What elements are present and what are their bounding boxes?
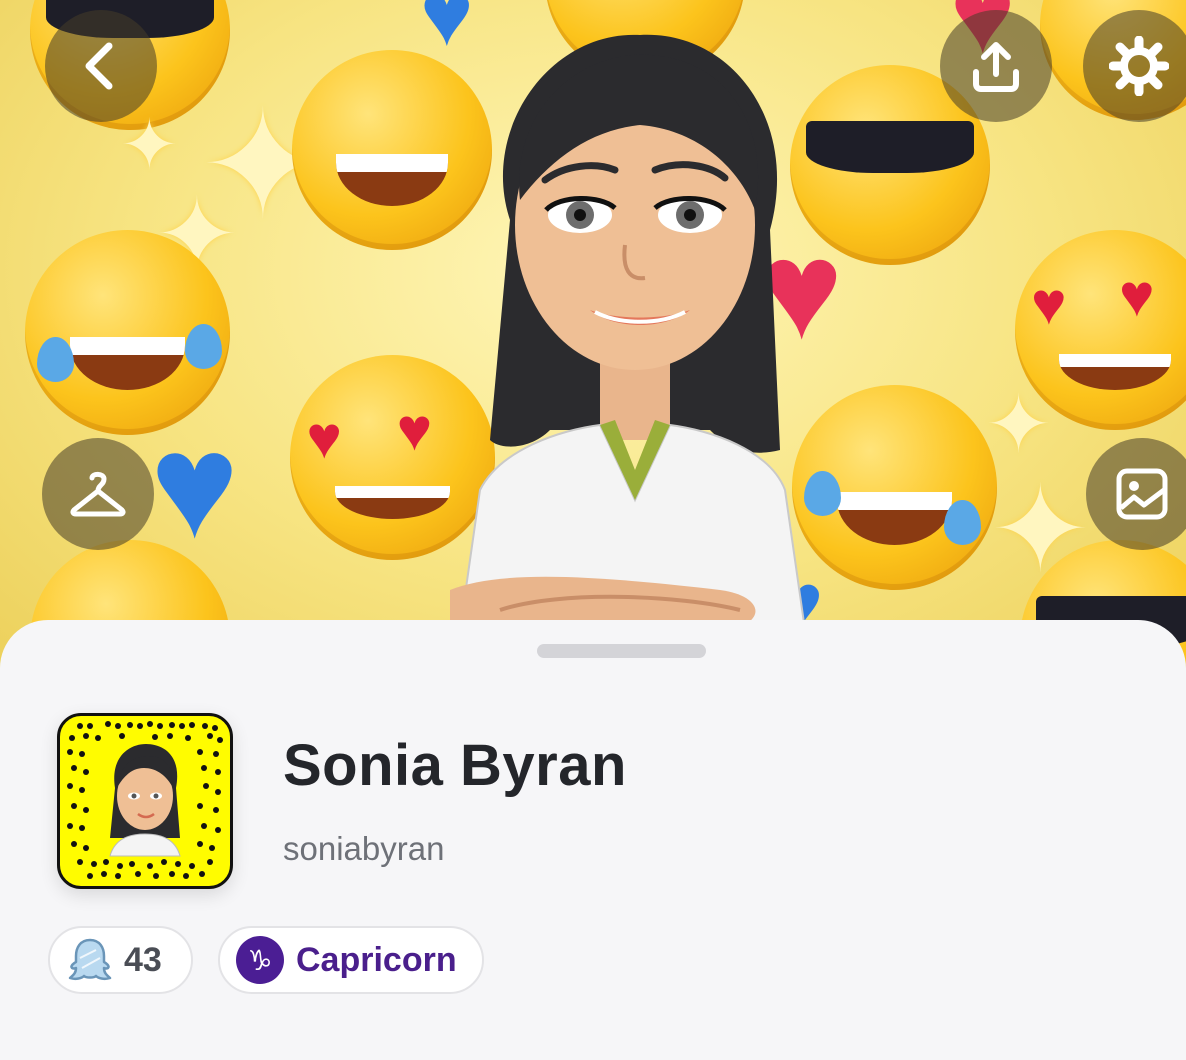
- snapscore-value: 43: [124, 940, 162, 979]
- bitmoji-avatar[interactable]: [440, 30, 820, 630]
- image-icon: [1116, 468, 1168, 520]
- back-button[interactable]: [45, 10, 157, 122]
- outfit-button[interactable]: [42, 438, 154, 550]
- username[interactable]: soniabyran: [283, 830, 444, 868]
- chevron-left-icon: [85, 42, 113, 90]
- sparkle-emoji: ✦: [985, 380, 1053, 469]
- snapcode-pattern: [67, 721, 223, 879]
- ghost-icon: [68, 938, 112, 981]
- upload-icon: [973, 42, 1019, 92]
- background-button[interactable]: [1086, 438, 1186, 550]
- zodiac-pill[interactable]: ♑ Capricorn: [218, 926, 484, 994]
- blue-heart-emoji: ♥: [150, 401, 240, 569]
- bitmoji-background: ♥ ♥ ✦ ✦ ✦ ♥ ♥ ♥ ♥ ♥ ♥ ✦ ✦ ♥: [0, 0, 1186, 680]
- display-name: Sonia Byran: [283, 733, 627, 798]
- profile-sheet: Sonia Byran soniabyran 43 ♑ Capricorn: [0, 620, 1186, 1060]
- settings-button[interactable]: [1083, 10, 1186, 122]
- hanger-icon: [70, 471, 126, 517]
- capricorn-icon: ♑: [236, 936, 284, 984]
- sheet-grabber[interactable]: [537, 644, 706, 658]
- zodiac-label: Capricorn: [296, 940, 457, 979]
- share-button[interactable]: [940, 10, 1052, 122]
- snapcode[interactable]: [57, 713, 233, 889]
- snapscore-pill[interactable]: 43: [48, 926, 193, 994]
- gear-icon: [1109, 36, 1169, 96]
- sparkle-emoji: ✦: [120, 106, 179, 184]
